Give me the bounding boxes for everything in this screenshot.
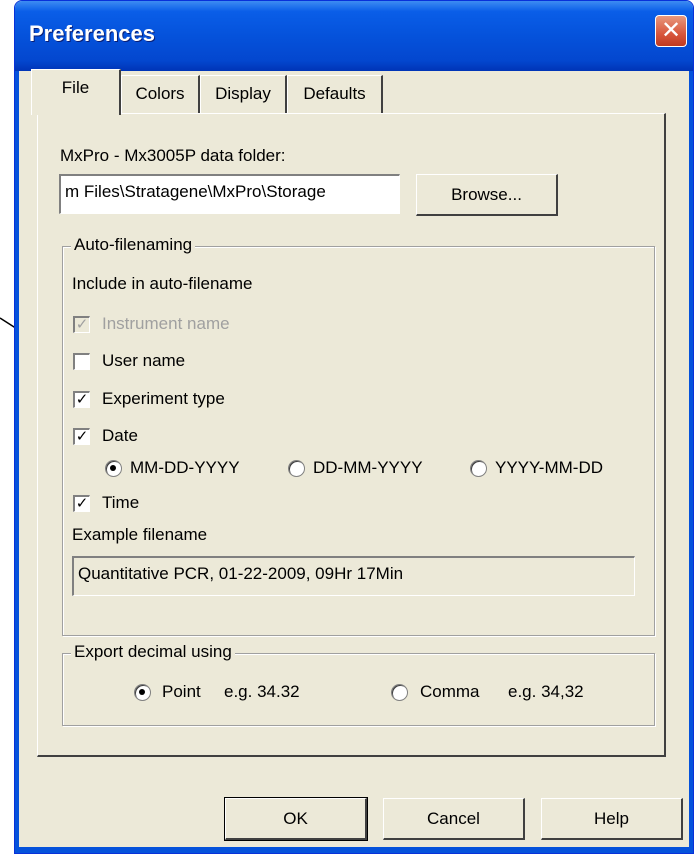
export-decimal-title: Export decimal using xyxy=(71,642,235,662)
date-format-ddmmyyyy-label: DD-MM-YYYY xyxy=(313,458,423,477)
close-icon: ✕ xyxy=(660,17,682,44)
window-title: Preferences xyxy=(29,21,155,46)
user-name-label: User name xyxy=(102,351,186,370)
decimal-point-example: e.g. 34.32 xyxy=(224,682,300,701)
tab-colors[interactable]: Colors xyxy=(121,75,200,113)
ok-button[interactable]: OK xyxy=(224,797,368,841)
decimal-point-label: Point xyxy=(162,682,201,701)
title-bar[interactable]: Preferences ✕ xyxy=(15,1,693,71)
decimal-comma-example: e.g. 34,32 xyxy=(508,682,584,701)
decimal-comma-radio[interactable] xyxy=(391,684,408,701)
include-label: Include in auto-filename xyxy=(72,274,253,293)
time-checkbox[interactable]: ✓ xyxy=(73,495,90,512)
example-filename-label: Example filename xyxy=(72,525,208,544)
window-frame-bottom xyxy=(15,847,693,853)
check-icon: ✓ xyxy=(75,495,89,512)
cancel-button[interactable]: Cancel xyxy=(383,798,525,840)
close-button[interactable]: ✕ xyxy=(655,15,687,47)
decimal-point-radio[interactable] xyxy=(134,684,151,701)
help-button[interactable]: Help xyxy=(541,798,683,840)
experiment-type-checkbox[interactable]: ✓ xyxy=(73,391,90,408)
tab-file-label: File xyxy=(61,78,90,97)
data-folder-label: MxPro - Mx3005P data folder: xyxy=(60,146,286,165)
decimal-comma-label: Comma xyxy=(420,682,480,701)
preferences-dialog: Preferences ✕ File Colors Display Defaul… xyxy=(14,0,694,854)
experiment-type-label: Experiment type xyxy=(102,389,225,408)
date-format-mmddyyyy-radio[interactable] xyxy=(105,460,122,477)
check-icon: ✓ xyxy=(75,391,89,408)
date-format-mmddyyyy-label: MM-DD-YYYY xyxy=(130,458,240,477)
date-label: Date xyxy=(102,426,138,445)
time-label: Time xyxy=(102,493,140,512)
window-frame-right xyxy=(689,71,693,853)
date-checkbox[interactable]: ✓ xyxy=(73,428,90,445)
date-format-ddmmyyyy-radio[interactable] xyxy=(288,460,305,477)
tab-colors-label: Colors xyxy=(135,84,185,103)
instrument-name-label: Instrument name xyxy=(102,314,230,333)
browse-button[interactable]: Browse... xyxy=(416,174,558,216)
date-format-yyyymmdd-radio[interactable] xyxy=(470,460,487,477)
window-frame-left xyxy=(15,71,19,853)
tab-defaults-label: Defaults xyxy=(303,84,366,103)
user-name-checkbox[interactable] xyxy=(73,353,90,370)
check-icon: ✓ xyxy=(75,428,89,445)
date-format-yyyymmdd-label: YYYY-MM-DD xyxy=(495,458,603,477)
tab-file[interactable]: File xyxy=(31,69,121,115)
example-filename-field: Quantitative PCR, 01-22-2009, 09Hr 17Min xyxy=(72,556,635,596)
check-icon: ✓ xyxy=(75,316,89,333)
tab-display[interactable]: Display xyxy=(200,75,287,113)
tab-display-label: Display xyxy=(215,84,271,103)
tab-defaults[interactable]: Defaults xyxy=(287,75,383,113)
instrument-name-checkbox[interactable]: ✓ xyxy=(73,316,90,333)
auto-filenaming-title: Auto-filenaming xyxy=(71,235,196,255)
data-folder-field[interactable]: m Files\Stratagene\MxPro\Storage xyxy=(59,174,400,214)
file-tab-panel: MxPro - Mx3005P data folder: m Files\Str… xyxy=(37,113,666,757)
